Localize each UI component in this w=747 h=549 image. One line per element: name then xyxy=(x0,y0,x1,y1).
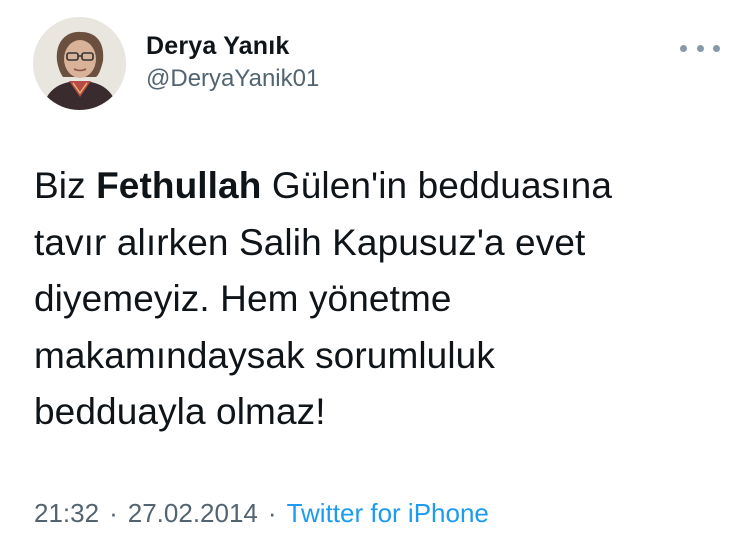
avatar[interactable] xyxy=(33,17,126,110)
tweet-time[interactable]: 21:32 xyxy=(34,498,99,528)
more-options-button[interactable] xyxy=(680,38,720,58)
tweet-meta: 21:32 · 27.02.2014 · Twitter for iPhone xyxy=(34,496,489,530)
more-options-icon-dot xyxy=(713,44,720,52)
tweet-text-part: Biz xyxy=(34,165,97,206)
tweet-text-bold: Fethullah xyxy=(96,165,262,206)
separator: · xyxy=(109,498,118,528)
author-display-name[interactable]: Derya Yanık xyxy=(146,30,319,62)
tweet-source-link[interactable]: Twitter for iPhone xyxy=(287,498,489,528)
tweet-text: Biz Fethullah Gülen'in bedduasına tavır … xyxy=(34,158,674,441)
author-handle[interactable]: @DeryaYanik01 xyxy=(146,64,319,94)
author-info: Derya Yanık @DeryaYanik01 xyxy=(146,30,319,94)
profile-photo-icon xyxy=(33,17,126,110)
separator: · xyxy=(267,498,277,528)
tweet-card: Derya Yanık @DeryaYanik01 Biz Fethullah … xyxy=(0,0,747,549)
tweet-date[interactable]: 27.02.2014 xyxy=(128,498,258,528)
more-options-icon xyxy=(680,44,687,52)
more-options-icon-dot xyxy=(696,44,704,52)
